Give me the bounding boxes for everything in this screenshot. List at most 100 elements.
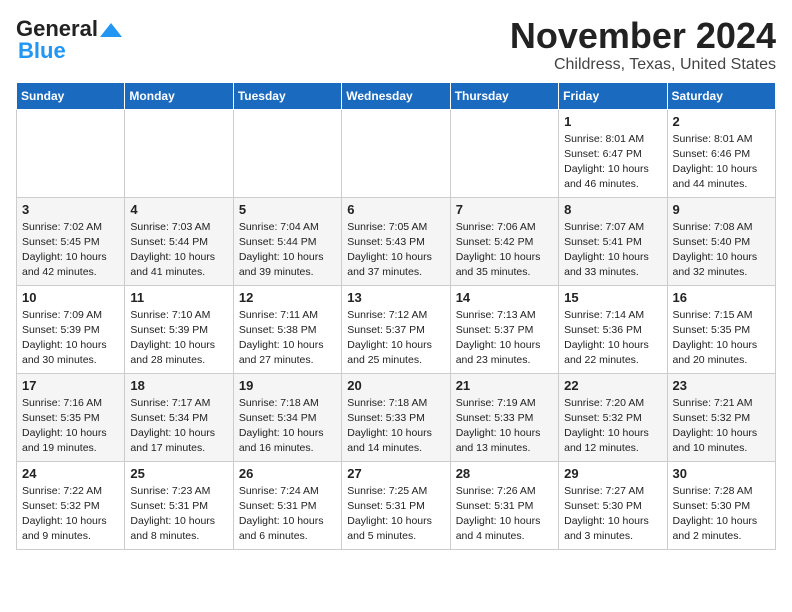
day-info: Sunrise: 7:14 AM Sunset: 5:36 PM Dayligh… — [564, 308, 661, 369]
day-info: Sunrise: 7:02 AM Sunset: 5:45 PM Dayligh… — [22, 220, 119, 281]
day-number: 2 — [673, 114, 770, 129]
day-number: 4 — [130, 202, 227, 217]
calendar-cell-w4-d2: 26 Sunrise: 7:24 AM Sunset: 5:31 PM Dayli… — [233, 461, 341, 549]
calendar-cell-w1-d1: 4Sunrise: 7:03 AM Sunset: 5:44 PM Daylig… — [125, 197, 233, 285]
day-number: 26 — [239, 466, 336, 481]
day-info: Sunrise: 7:12 AM Sunset: 5:37 PM Dayligh… — [347, 308, 444, 369]
calendar-cell-w3-d1: 18 Sunrise: 7:17 AM Sunset: 5:34 PM Dayli… — [125, 373, 233, 461]
day-info: Sunrise: 7:11 AM Sunset: 5:38 PM Dayligh… — [239, 308, 336, 369]
day-number: 9 — [673, 202, 770, 217]
day-info: Sunrise: 8:01 AM Sunset: 6:46 PM Dayligh… — [673, 132, 770, 193]
calendar-cell-w0-d5: 1 Sunrise: 8:01 AM Sunset: 6:47 PM Daylig… — [559, 109, 667, 197]
day-number: 15 — [564, 290, 661, 305]
day-number: 7 — [456, 202, 553, 217]
calendar-cell-w3-d0: 17 Sunrise: 7:16 AM Sunset: 5:35 PM Dayli… — [17, 373, 125, 461]
calendar-cell-w2-d4: 14 Sunrise: 7:13 AM Sunset: 5:37 PM Dayli… — [450, 285, 558, 373]
calendar-cell-w1-d2: 5Sunrise: 7:04 AM Sunset: 5:44 PM Daylig… — [233, 197, 341, 285]
calendar-cell-w4-d3: 27 Sunrise: 7:25 AM Sunset: 5:31 PM Dayli… — [342, 461, 450, 549]
day-info: Sunrise: 7:21 AM Sunset: 5:32 PM Dayligh… — [673, 396, 770, 457]
day-info: Sunrise: 7:27 AM Sunset: 5:30 PM Dayligh… — [564, 484, 661, 545]
day-number: 21 — [456, 378, 553, 393]
week-row-3: 17 Sunrise: 7:16 AM Sunset: 5:35 PM Dayli… — [17, 373, 776, 461]
day-number: 24 — [22, 466, 119, 481]
calendar-cell-w3-d2: 19 Sunrise: 7:18 AM Sunset: 5:34 PM Dayli… — [233, 373, 341, 461]
day-info: Sunrise: 7:18 AM Sunset: 5:34 PM Dayligh… — [239, 396, 336, 457]
day-info: Sunrise: 7:07 AM Sunset: 5:41 PM Dayligh… — [564, 220, 661, 281]
day-number: 14 — [456, 290, 553, 305]
day-info: Sunrise: 7:15 AM Sunset: 5:35 PM Dayligh… — [673, 308, 770, 369]
header-monday: Monday — [125, 82, 233, 109]
day-number: 23 — [673, 378, 770, 393]
day-number: 6 — [347, 202, 444, 217]
calendar-body: 1 Sunrise: 8:01 AM Sunset: 6:47 PM Daylig… — [17, 109, 776, 549]
calendar-cell-w1-d5: 8 Sunrise: 7:07 AM Sunset: 5:41 PM Daylig… — [559, 197, 667, 285]
day-info: Sunrise: 7:10 AM Sunset: 5:39 PM Dayligh… — [130, 308, 227, 369]
day-number: 19 — [239, 378, 336, 393]
calendar-cell-w2-d5: 15 Sunrise: 7:14 AM Sunset: 5:36 PM Dayli… — [559, 285, 667, 373]
calendar-cell-w4-d4: 28 Sunrise: 7:26 AM Sunset: 5:31 PM Dayli… — [450, 461, 558, 549]
calendar-cell-w1-d4: 7Sunrise: 7:06 AM Sunset: 5:42 PM Daylig… — [450, 197, 558, 285]
header-saturday: Saturday — [667, 82, 775, 109]
day-number: 30 — [673, 466, 770, 481]
day-info: Sunrise: 7:17 AM Sunset: 5:34 PM Dayligh… — [130, 396, 227, 457]
day-number: 3 — [22, 202, 119, 217]
calendar-cell-w0-d3 — [342, 109, 450, 197]
day-number: 28 — [456, 466, 553, 481]
day-number: 1 — [564, 114, 661, 129]
calendar-cell-w2-d0: 10 Sunrise: 7:09 AM Sunset: 5:39 PM Dayli… — [17, 285, 125, 373]
day-info: Sunrise: 7:24 AM Sunset: 5:31 PM Dayligh… — [239, 484, 336, 545]
day-info: Sunrise: 7:25 AM Sunset: 5:31 PM Dayligh… — [347, 484, 444, 545]
day-number: 22 — [564, 378, 661, 393]
calendar-cell-w4-d5: 29 Sunrise: 7:27 AM Sunset: 5:30 PM Dayli… — [559, 461, 667, 549]
calendar-cell-w3-d3: 20 Sunrise: 7:18 AM Sunset: 5:33 PM Dayli… — [342, 373, 450, 461]
day-info: Sunrise: 8:01 AM Sunset: 6:47 PM Dayligh… — [564, 132, 661, 193]
calendar-cell-w2-d1: 11Sunrise: 7:10 AM Sunset: 5:39 PM Dayli… — [125, 285, 233, 373]
calendar-cell-w4-d6: 30 Sunrise: 7:28 AM Sunset: 5:30 PM Dayli… — [667, 461, 775, 549]
calendar-cell-w3-d5: 22 Sunrise: 7:20 AM Sunset: 5:32 PM Dayli… — [559, 373, 667, 461]
week-row-4: 24Sunrise: 7:22 AM Sunset: 5:32 PM Dayli… — [17, 461, 776, 549]
calendar-cell-w2-d6: 16Sunrise: 7:15 AM Sunset: 5:35 PM Dayli… — [667, 285, 775, 373]
header-tuesday: Tuesday — [233, 82, 341, 109]
header-thursday: Thursday — [450, 82, 558, 109]
day-info: Sunrise: 7:28 AM Sunset: 5:30 PM Dayligh… — [673, 484, 770, 545]
logo-icon — [100, 23, 122, 37]
header-wednesday: Wednesday — [342, 82, 450, 109]
header-sunday: Sunday — [17, 82, 125, 109]
day-number: 27 — [347, 466, 444, 481]
calendar-cell-w3-d4: 21 Sunrise: 7:19 AM Sunset: 5:33 PM Dayli… — [450, 373, 558, 461]
calendar-cell-w3-d6: 23 Sunrise: 7:21 AM Sunset: 5:32 PM Dayli… — [667, 373, 775, 461]
calendar-cell-w0-d2 — [233, 109, 341, 197]
day-info: Sunrise: 7:18 AM Sunset: 5:33 PM Dayligh… — [347, 396, 444, 457]
calendar-cell-w0-d1 — [125, 109, 233, 197]
calendar-cell-w0-d6: 2 Sunrise: 8:01 AM Sunset: 6:46 PM Daylig… — [667, 109, 775, 197]
day-number: 10 — [22, 290, 119, 305]
day-info: Sunrise: 7:05 AM Sunset: 5:43 PM Dayligh… — [347, 220, 444, 281]
day-number: 20 — [347, 378, 444, 393]
calendar-cell-w1-d0: 3 Sunrise: 7:02 AM Sunset: 5:45 PM Daylig… — [17, 197, 125, 285]
day-number: 18 — [130, 378, 227, 393]
day-info: Sunrise: 7:20 AM Sunset: 5:32 PM Dayligh… — [564, 396, 661, 457]
day-info: Sunrise: 7:13 AM Sunset: 5:37 PM Dayligh… — [456, 308, 553, 369]
calendar-cell-w0-d0 — [17, 109, 125, 197]
day-info: Sunrise: 7:16 AM Sunset: 5:35 PM Dayligh… — [22, 396, 119, 457]
week-row-0: 1 Sunrise: 8:01 AM Sunset: 6:47 PM Daylig… — [17, 109, 776, 197]
header: General Blue November 2024 Childress, Te… — [16, 16, 776, 74]
title-area: November 2024 Childress, Texas, United S… — [510, 16, 776, 74]
header-row: Sunday Monday Tuesday Wednesday Thursday… — [17, 82, 776, 109]
day-number: 17 — [22, 378, 119, 393]
calendar-cell-w4-d0: 24Sunrise: 7:22 AM Sunset: 5:32 PM Dayli… — [17, 461, 125, 549]
month-title: November 2024 — [510, 16, 776, 56]
calendar-cell-w0-d4 — [450, 109, 558, 197]
day-number: 25 — [130, 466, 227, 481]
day-number: 8 — [564, 202, 661, 217]
logo-blue: Blue — [18, 38, 66, 64]
day-info: Sunrise: 7:23 AM Sunset: 5:31 PM Dayligh… — [130, 484, 227, 545]
logo: General Blue — [16, 16, 122, 64]
day-number: 5 — [239, 202, 336, 217]
day-info: Sunrise: 7:26 AM Sunset: 5:31 PM Dayligh… — [456, 484, 553, 545]
day-info: Sunrise: 7:09 AM Sunset: 5:39 PM Dayligh… — [22, 308, 119, 369]
day-number: 12 — [239, 290, 336, 305]
calendar-cell-w2-d3: 13Sunrise: 7:12 AM Sunset: 5:37 PM Dayli… — [342, 285, 450, 373]
day-number: 29 — [564, 466, 661, 481]
day-info: Sunrise: 7:19 AM Sunset: 5:33 PM Dayligh… — [456, 396, 553, 457]
